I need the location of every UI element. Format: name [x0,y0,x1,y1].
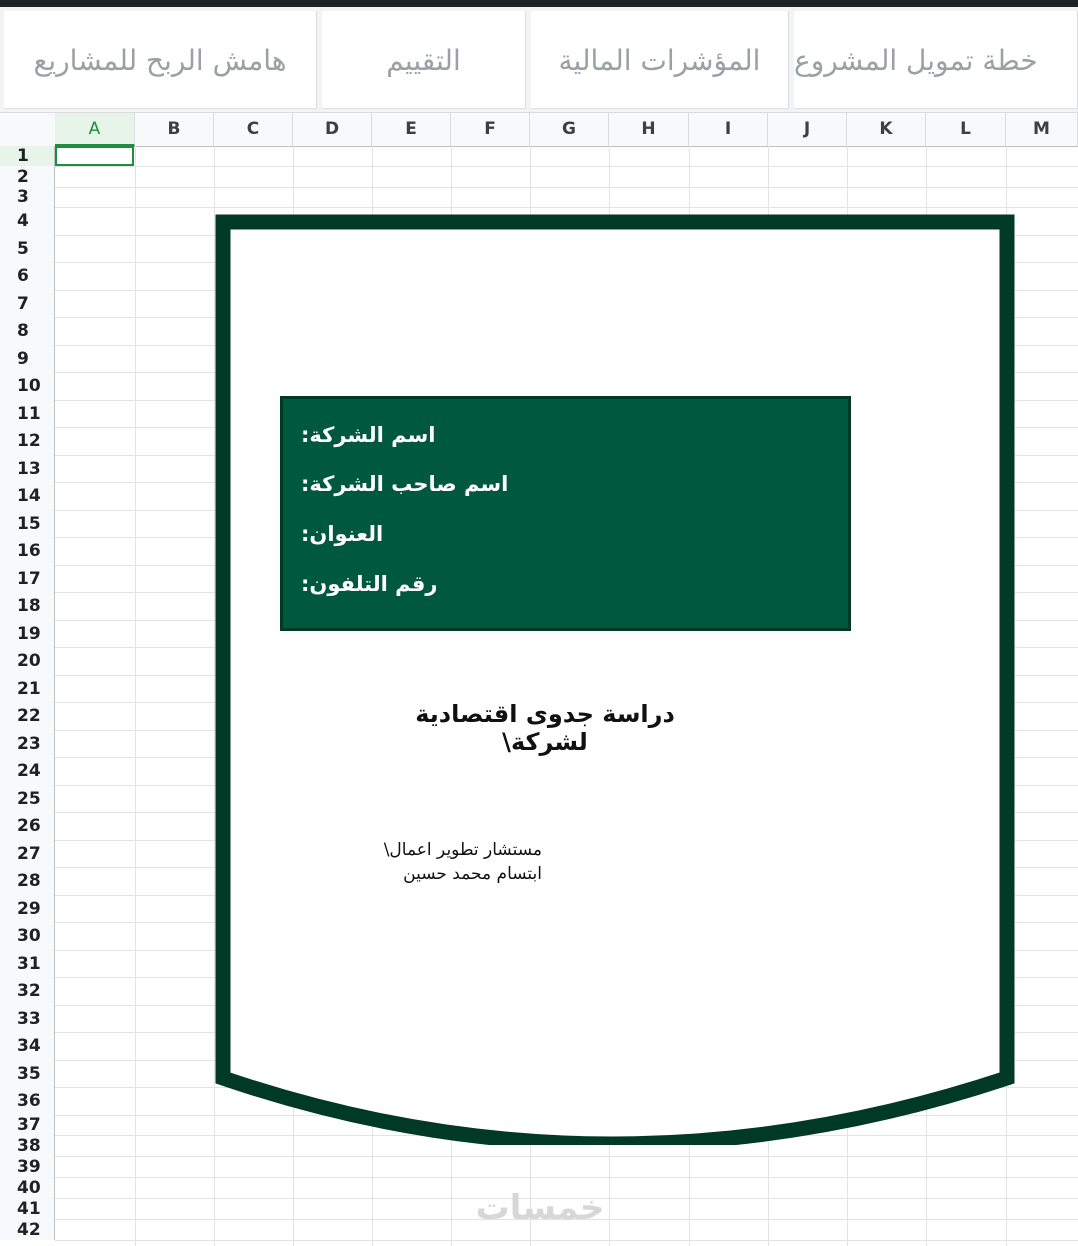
row-header-33[interactable]: 33 [0,1005,55,1032]
row-header-15[interactable]: 15 [0,510,55,537]
row-header-29[interactable]: 29 [0,895,55,922]
row-header-22[interactable]: 22 [0,702,55,730]
tab-financial-indicators[interactable]: المؤشرات المالية [531,11,789,109]
row-header-14[interactable]: 14 [0,482,55,510]
row-header-41[interactable]: 41 [0,1198,55,1219]
column-header-h[interactable]: H [609,113,689,146]
consultant-title: مستشار تطوير اعمال\ [383,840,542,860]
column-header-b[interactable]: B [135,113,214,146]
window-top-bar [0,0,1078,7]
grid-row-line [55,166,1078,167]
row-header-23[interactable]: 23 [0,730,55,757]
row-header-10[interactable]: 10 [0,372,55,400]
row-header-7[interactable]: 7 [0,290,55,317]
watermark: خمسات [475,1188,605,1228]
grid-row-line [55,1240,1078,1241]
select-all-corner[interactable] [0,113,57,146]
address-label: العنوان: [301,522,384,546]
row-header-40[interactable]: 40 [0,1177,55,1198]
sheet-tabs-bar: هامش الربح للمشاريع التقييم المؤشرات الم… [0,7,1078,112]
column-header-i[interactable]: I [689,113,768,146]
row-header-42[interactable]: 42 [0,1219,55,1240]
row-header-35[interactable]: 35 [0,1060,55,1087]
row-header-1[interactable]: 1 [0,146,55,166]
row-header-28[interactable]: 28 [0,867,55,895]
row-header-18[interactable]: 18 [0,592,55,620]
column-header-d[interactable]: D [293,113,372,146]
row-header-31[interactable]: 31 [0,950,55,977]
cover-frame-shape [215,214,1015,1145]
selected-cell-a1[interactable] [55,146,134,166]
row-header-39[interactable]: 39 [0,1156,55,1177]
row-header-36[interactable]: 36 [0,1087,55,1115]
row-header-20[interactable]: 20 [0,647,55,675]
grid-row-line [55,207,1078,208]
row-header-37[interactable]: 37 [0,1115,55,1135]
column-header-k[interactable]: K [847,113,926,146]
row-header-6[interactable]: 6 [0,262,55,290]
row-header-27[interactable]: 27 [0,840,55,867]
row-header-19[interactable]: 19 [0,620,55,647]
row-header-4[interactable]: 4 [0,207,55,235]
row-header-13[interactable]: 13 [0,455,55,482]
study-title: دراسة جدوى اقتصادية لشركة\ [415,700,675,756]
row-header-3[interactable]: 3 [0,187,55,207]
row-header-21[interactable]: 21 [0,675,55,702]
column-header-j[interactable]: J [768,113,847,146]
column-header-m[interactable]: M [1006,113,1078,146]
row-header-9[interactable]: 9 [0,345,55,372]
row-header-30[interactable]: 30 [0,922,55,950]
row-header-34[interactable]: 34 [0,1032,55,1060]
row-header-38[interactable]: 38 [0,1135,55,1156]
tab-project-funding-plan[interactable]: خطة تمويل المشروع [794,11,1078,109]
company-info-box: اسم الشركة: اسم صاحب الشركة: العنوان: رق… [280,396,851,631]
tab-profit-margin[interactable]: هامش الربح للمشاريع [4,11,317,109]
row-header-25[interactable]: 25 [0,785,55,812]
grid-column-line [135,146,136,1246]
row-header-12[interactable]: 12 [0,427,55,455]
column-header-f[interactable]: F [451,113,530,146]
column-headers: ABCDEFGHIJKLM [0,112,1078,147]
company-name-label: اسم الشركة: [301,423,436,447]
row-header-11[interactable]: 11 [0,400,55,427]
grid-row-line [55,1156,1078,1157]
consultant-name: ابتسام محمد حسين [403,864,542,884]
column-header-a[interactable]: A [55,113,135,146]
row-header-16[interactable]: 16 [0,537,55,565]
tab-evaluation[interactable]: التقييم [322,11,526,109]
row-header-26[interactable]: 26 [0,812,55,840]
row-header-5[interactable]: 5 [0,235,55,262]
cover-frame [215,214,1015,1145]
grid-row-line [55,187,1078,188]
column-header-e[interactable]: E [372,113,451,146]
row-header-2[interactable]: 2 [0,166,55,187]
row-header-32[interactable]: 32 [0,977,55,1005]
consultant-block: مستشار تطوير اعمال\ ابتسام محمد حسين [382,838,542,886]
owner-name-label: اسم صاحب الشركة: [301,472,509,496]
column-header-c[interactable]: C [214,113,293,146]
row-header-24[interactable]: 24 [0,757,55,785]
row-header-17[interactable]: 17 [0,565,55,592]
phone-label: رقم التلفون: [301,572,438,596]
row-header-8[interactable]: 8 [0,317,55,345]
grid-row-line [55,1177,1078,1178]
column-header-l[interactable]: L [926,113,1006,146]
column-header-g[interactable]: G [530,113,609,146]
